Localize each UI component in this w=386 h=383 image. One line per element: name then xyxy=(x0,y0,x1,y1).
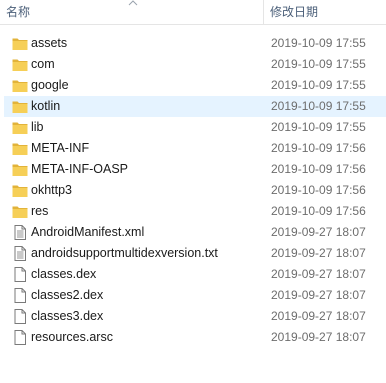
folder-row[interactable]: google 2019-10-09 17:55 xyxy=(0,75,386,96)
folder-icon xyxy=(12,162,28,177)
file-name: classes.dex xyxy=(31,267,97,281)
file-modified-date: 2019-10-09 17:55 xyxy=(271,99,366,113)
file-name: classes3.dex xyxy=(31,309,104,323)
folder-row[interactable]: kotlin 2019-10-09 17:55 xyxy=(0,96,386,117)
file-row[interactable]: classes.dex 2019-09-27 18:07 xyxy=(0,264,386,285)
folder-row[interactable]: okhttp3 2019-10-09 17:56 xyxy=(0,180,386,201)
file-row[interactable]: androidsupportmultidexversion.txt 2019-09… xyxy=(0,243,386,264)
folder-row[interactable]: assets 2019-10-09 17:55 xyxy=(0,33,386,54)
folder-icon xyxy=(12,36,28,51)
file-row[interactable]: classes2.dex 2019-09-27 18:07 xyxy=(0,285,386,306)
file-icon xyxy=(12,330,28,345)
file-modified-date: 2019-09-27 18:07 xyxy=(271,267,366,281)
file-modified-date: 2019-09-27 18:07 xyxy=(271,288,366,302)
file-name: com xyxy=(31,57,55,71)
file-name: resources.arsc xyxy=(31,330,113,344)
file-row[interactable]: classes3.dex 2019-09-27 18:07 xyxy=(0,306,386,327)
column-divider[interactable] xyxy=(263,0,264,24)
file-modified-date: 2019-10-09 17:56 xyxy=(271,204,366,218)
file-modified-date: 2019-09-27 18:07 xyxy=(271,309,366,323)
file-name: META-INF xyxy=(31,141,90,155)
file-modified-date: 2019-10-09 17:56 xyxy=(271,141,366,155)
folder-icon xyxy=(12,141,28,156)
file-modified-date: 2019-10-09 17:55 xyxy=(271,57,366,71)
file-list: assets 2019-10-09 17:55 com 2019-10-09 17:5… xyxy=(0,33,386,348)
file-modified-date: 2019-09-27 18:07 xyxy=(271,225,366,239)
file-name: google xyxy=(31,78,69,92)
file-name: okhttp3 xyxy=(31,183,73,197)
file-modified-date: 2019-10-09 17:56 xyxy=(271,183,366,197)
sort-ascending-icon xyxy=(128,0,138,6)
folder-icon xyxy=(12,78,28,93)
file-icon xyxy=(12,267,28,282)
file-modified-date: 2019-09-27 18:07 xyxy=(271,246,366,260)
file-name: lib xyxy=(31,120,44,134)
file-row[interactable]: AndroidManifest.xml 2019-09-27 18:07 xyxy=(0,222,386,243)
folder-row[interactable]: META-INF-OASP 2019-10-09 17:56 xyxy=(0,159,386,180)
folder-row[interactable]: lib 2019-10-09 17:55 xyxy=(0,117,386,138)
column-header-name[interactable]: 名称 xyxy=(6,5,30,20)
folder-icon xyxy=(12,99,28,114)
folder-row[interactable]: com 2019-10-09 17:55 xyxy=(0,54,386,75)
file-name: classes2.dex xyxy=(31,288,104,302)
file-name: assets xyxy=(31,36,68,50)
file-name: androidsupportmultidexversion.txt xyxy=(31,246,218,260)
file-modified-date: 2019-10-09 17:56 xyxy=(271,162,366,176)
file-modified-date: 2019-10-09 17:55 xyxy=(271,120,366,134)
column-header-date[interactable]: 修改日期 xyxy=(270,5,318,20)
file-name: kotlin xyxy=(31,99,61,113)
folder-icon xyxy=(12,183,28,198)
file-name: AndroidManifest.xml xyxy=(31,225,145,239)
file-modified-date: 2019-09-27 18:07 xyxy=(271,330,366,344)
file-name: res xyxy=(31,204,49,218)
folder-row[interactable]: res 2019-10-09 17:56 xyxy=(0,201,386,222)
text-file-icon xyxy=(12,246,28,261)
folder-icon xyxy=(12,57,28,72)
file-row[interactable]: resources.arsc 2019-09-27 18:07 xyxy=(0,327,386,348)
file-modified-date: 2019-10-09 17:55 xyxy=(271,78,366,92)
file-icon xyxy=(12,288,28,303)
file-icon xyxy=(12,309,28,324)
file-name: META-INF-OASP xyxy=(31,162,128,176)
column-header: 名称 修改日期 xyxy=(0,0,386,25)
file-modified-date: 2019-10-09 17:55 xyxy=(271,36,366,50)
folder-row[interactable]: META-INF 2019-10-09 17:56 xyxy=(0,138,386,159)
text-file-icon xyxy=(12,225,28,240)
folder-icon xyxy=(12,204,28,219)
folder-icon xyxy=(12,120,28,135)
